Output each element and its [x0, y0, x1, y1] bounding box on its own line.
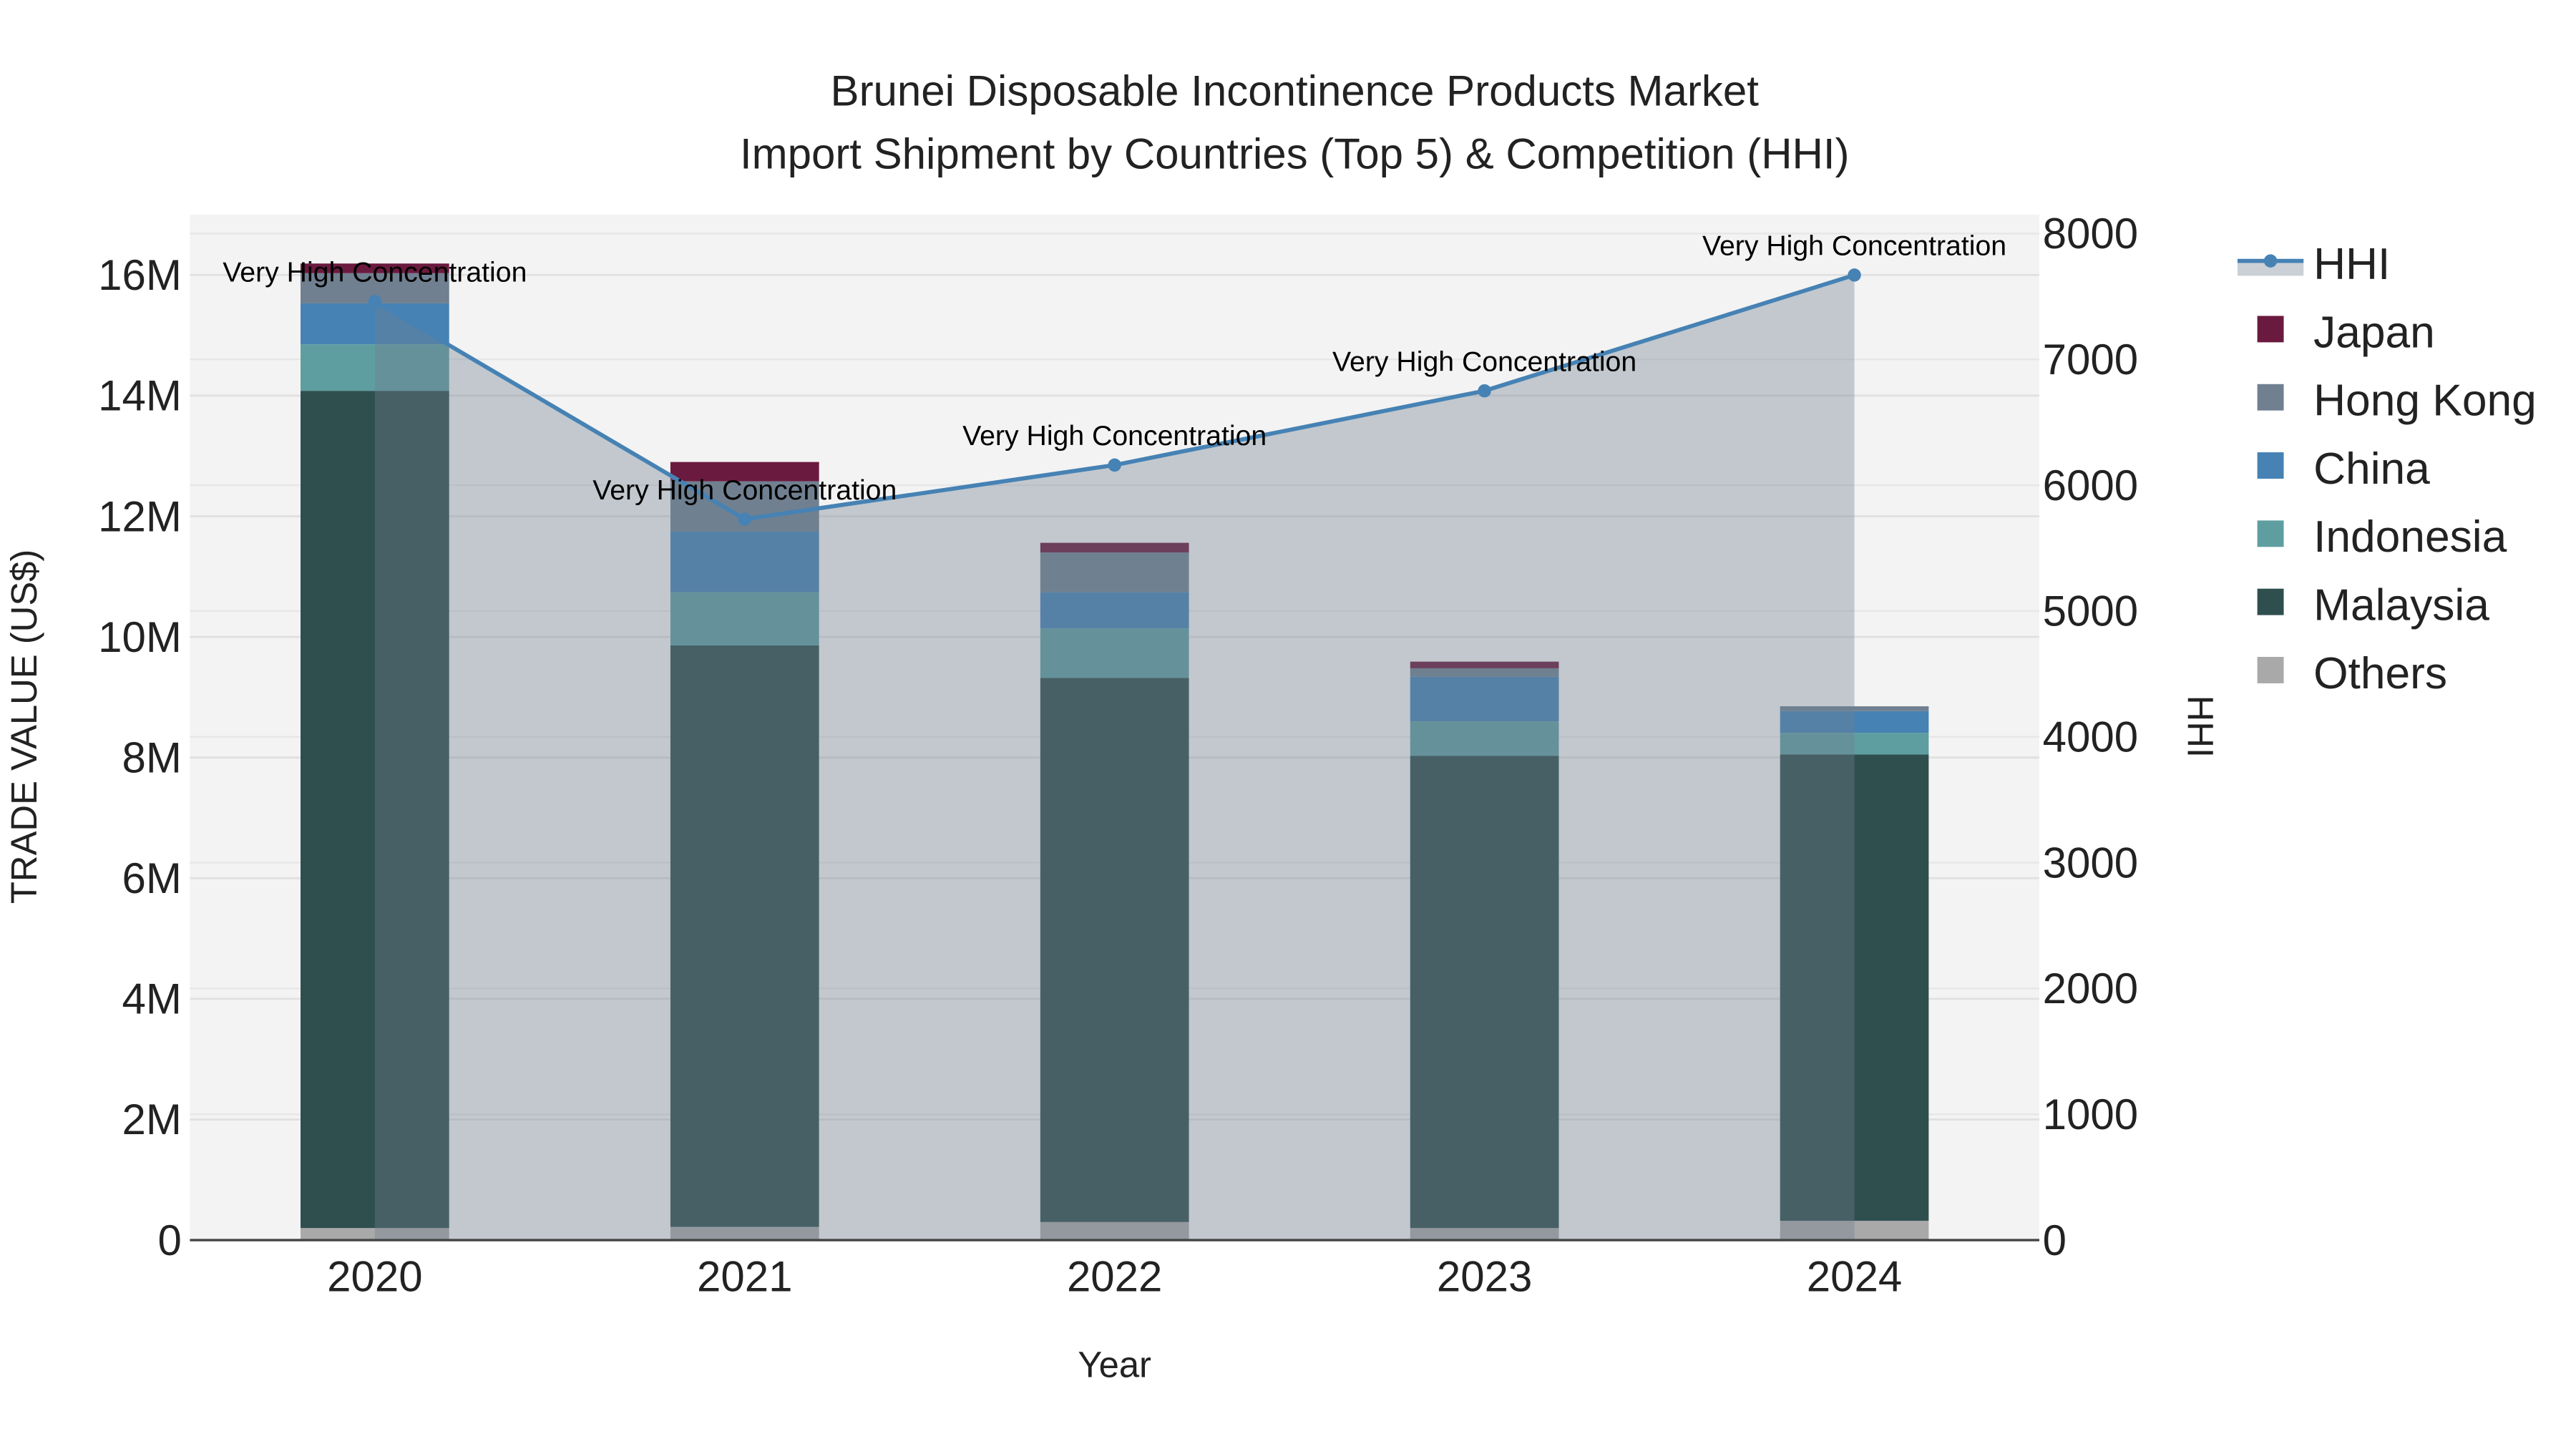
legend-item-hhi: HHI	[2237, 240, 2390, 289]
legend-item-hong-kong: Hong Kong	[2257, 376, 2537, 426]
y-axis-label: TRADE VALUE (US$)	[4, 550, 44, 904]
legend: HHI Japan Hong Kong China Indonesia Malaysia O…	[2237, 240, 2537, 698]
y2-tick-label: 6000	[2043, 462, 2138, 509]
hhi-point-2023	[1478, 384, 1491, 398]
x-tick-label: 2024	[1807, 1253, 1902, 1301]
y-tick-label: 0	[157, 1216, 181, 1264]
legend-item-china: China	[2257, 444, 2430, 494]
legend-swatch	[2257, 657, 2284, 683]
y2-tick-label: 2000	[2043, 965, 2138, 1013]
y2-tick-label: 5000	[2043, 587, 2138, 635]
chart-title-line1: Brunei Disposable Incontinence Products …	[831, 67, 1760, 115]
y2-tick-label: 7000	[2043, 336, 2138, 384]
y-tick-label: 8M	[122, 733, 181, 781]
legend-swatch	[2257, 520, 2284, 547]
legend-item-malaysia: Malaysia	[2257, 581, 2489, 630]
y2-tick-label: 1000	[2043, 1091, 2138, 1138]
legend-label: Japan	[2313, 308, 2435, 357]
legend-item-indonesia: Indonesia	[2257, 512, 2507, 562]
hhi-annotation: Very High Concentration	[962, 420, 1267, 452]
y-tick-label: 16M	[98, 251, 182, 299]
hhi-annotation: Very High Concentration	[1332, 346, 1636, 377]
legend-marker	[2263, 254, 2278, 268]
y2-tick-label: 0	[2043, 1216, 2067, 1264]
y2-tick-label: 3000	[2043, 839, 2138, 887]
y-tick-label: 12M	[98, 492, 182, 540]
chart: Very High Concentration Very High Concent…	[4, 67, 2537, 1385]
y2-tick-label: 4000	[2043, 713, 2138, 761]
y2-axis-label: HHI	[2180, 696, 2221, 758]
hhi-point-2020	[368, 295, 382, 308]
legend-label: Others	[2313, 649, 2447, 698]
chart-title-line2: Import Shipment by Countries (Top 5) & C…	[740, 130, 1850, 177]
legend-swatch	[2257, 588, 2284, 615]
x-tick-label: 2022	[1067, 1253, 1162, 1301]
legend-label: Indonesia	[2313, 512, 2507, 562]
legend-label: Hong Kong	[2313, 376, 2537, 426]
y2-tick-label: 8000	[2043, 210, 2138, 258]
y-tick-label: 4M	[122, 975, 181, 1023]
x-tick-label: 2023	[1437, 1253, 1532, 1301]
hhi-annotation: Very High Concentration	[1702, 230, 2006, 262]
legend-swatch	[2257, 384, 2284, 411]
y-tick-label: 14M	[98, 372, 182, 420]
x-tick-label: 2021	[697, 1253, 792, 1301]
x-tick-label: 2020	[327, 1253, 422, 1301]
legend-label: HHI	[2313, 240, 2390, 289]
legend-swatch	[2257, 316, 2284, 343]
legend-swatch	[2257, 452, 2284, 479]
legend-label: China	[2313, 444, 2430, 494]
hhi-point-2024	[1848, 268, 1861, 282]
y-tick-label: 2M	[122, 1096, 181, 1143]
hhi-point-2022	[1108, 458, 1121, 472]
legend-item-others: Others	[2257, 649, 2447, 698]
y-tick-label: 10M	[98, 613, 182, 661]
hhi-annotation: Very High Concentration	[592, 474, 897, 506]
x-axis-label: Year	[1078, 1345, 1151, 1385]
legend-label: Malaysia	[2313, 581, 2489, 630]
legend-item-japan: Japan	[2257, 308, 2435, 357]
hhi-point-2021	[738, 512, 751, 526]
y-tick-label: 6M	[122, 854, 181, 902]
hhi-annotation: Very High Concentration	[223, 257, 527, 288]
